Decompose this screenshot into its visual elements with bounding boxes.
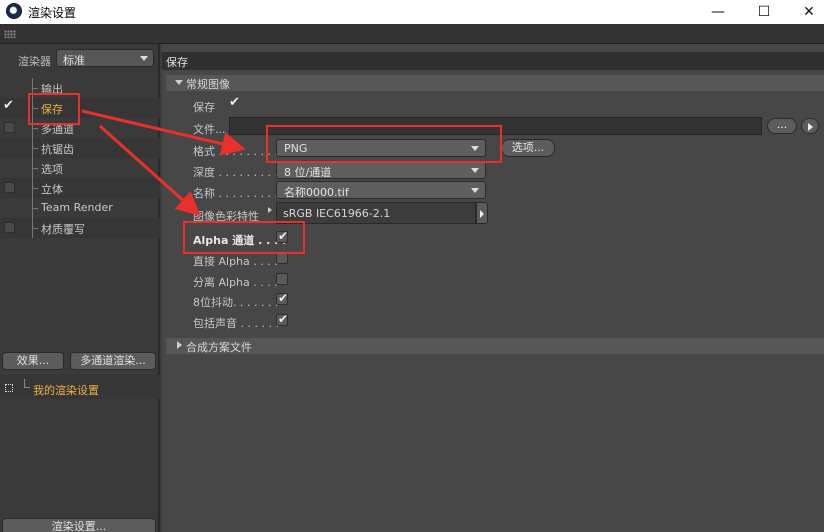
section-title: 保存 <box>162 52 824 70</box>
tree-item-label: Team Render <box>41 201 113 214</box>
tree-item-options[interactable]: 选项 <box>0 158 160 178</box>
name-value: 名称0000.tif <box>284 186 349 199</box>
check-icon: ✔ <box>278 312 289 326</box>
format-value: PNG <box>284 142 308 155</box>
straight-alpha-label: 直接 Alpha . . . . <box>193 255 278 268</box>
alpha-channel-checkbox[interactable]: ✔ <box>276 229 289 243</box>
title-bar: 渲染设置 — ☐ ✕ <box>0 0 824 24</box>
renderer-label: 渲染器 <box>18 55 51 68</box>
format-label: 格式 . . . . . . . . . <box>193 145 278 158</box>
file-path-input[interactable] <box>229 117 762 135</box>
arrow-right-icon <box>808 123 813 131</box>
effects-button[interactable]: 效果... <box>2 352 64 370</box>
tree-checkbox[interactable] <box>4 182 15 193</box>
renderer-value: 标准 <box>63 54 85 67</box>
chevron-down-icon <box>471 188 479 193</box>
left-panel: 渲染器 标准 输出 ✔ 保存 多通道 抗锯齿 选项 立体 Team Render… <box>0 44 160 532</box>
check-icon: ✔ <box>278 229 289 243</box>
render-settings-list-item[interactable]: 我的渲染设置 <box>0 375 160 399</box>
settings-item-icon <box>5 384 13 392</box>
straight-alpha-checkbox[interactable] <box>276 252 288 264</box>
depth-label: 深度 . . . . . . . . . <box>193 166 278 179</box>
depth-dropdown[interactable]: 8 位/通道 <box>276 161 486 179</box>
chevron-down-icon <box>471 146 479 151</box>
check-icon: ✔ <box>229 95 240 110</box>
tree-item-multipass[interactable]: 多通道 <box>0 118 160 138</box>
close-button[interactable]: ✕ <box>786 0 824 24</box>
format-options-button[interactable]: 选项... <box>501 139 555 157</box>
name-label: 名称 . . . . . . . . . <box>193 187 278 200</box>
tree-item-label: 选项 <box>41 163 63 176</box>
maximize-button[interactable]: ☐ <box>741 0 787 24</box>
tree-item-stereo[interactable]: 立体 <box>0 178 160 198</box>
minimize-button[interactable]: — <box>695 0 741 24</box>
panel-grip-strip[interactable] <box>0 24 824 44</box>
save-checkbox[interactable]: ✔ <box>228 95 240 110</box>
save-label: 保存 <box>193 101 215 114</box>
tree-item-label: 抗锯齿 <box>41 143 74 156</box>
alpha-channel-label: Alpha 通道 . . . . <box>193 234 287 247</box>
color-profile-menu-button[interactable] <box>476 202 488 224</box>
tree-item-label: 保存 <box>41 103 63 116</box>
check-icon[interactable]: ✔ <box>3 98 14 113</box>
include-sound-label: 包括声音 . . . . . . <box>193 317 279 330</box>
dither-checkbox[interactable]: ✔ <box>276 291 289 305</box>
separate-alpha-checkbox[interactable] <box>276 273 288 285</box>
browse-file-button[interactable]: ... <box>767 118 797 134</box>
tree-item-team-render[interactable]: Team Render <box>0 198 160 218</box>
cinema4d-app-icon <box>6 3 22 19</box>
tree-checkbox[interactable] <box>4 222 15 233</box>
separate-alpha-label: 分离 Alpha . . . . <box>193 276 278 289</box>
expand-arrow-icon[interactable] <box>268 207 272 213</box>
name-dropdown[interactable]: 名称0000.tif <box>276 181 486 199</box>
arrow-right-icon <box>480 210 484 218</box>
expand-triangle-icon <box>175 80 183 85</box>
window-title: 渲染设置 <box>28 6 77 20</box>
multipass-render-button[interactable]: 多通道渲染... <box>70 352 156 370</box>
color-profile-field[interactable]: sRGB IEC61966-2.1 <box>276 202 476 224</box>
tree-item-label: 输出 <box>41 83 63 96</box>
dither-label: 8位抖动. . . . . . . <box>193 296 279 309</box>
grip-dots-icon <box>4 30 16 38</box>
color-profile-label: 图像色彩特性 <box>193 210 259 223</box>
tree-item-antialiasing[interactable]: 抗锯齿 <box>0 138 160 158</box>
chevron-down-icon <box>471 168 479 173</box>
tree-item-material-override[interactable]: 材质覆写 <box>0 218 160 238</box>
render-settings-button[interactable]: 渲染设置... <box>2 518 156 532</box>
settings-tree: 输出 ✔ 保存 多通道 抗锯齿 选项 立体 Team Render 材质覆写 <box>0 78 160 238</box>
right-panel: 保存 常规图像 保存 ✔ 文件... ... 格式 . . . . . . . … <box>162 44 824 532</box>
chevron-down-icon <box>140 56 148 61</box>
file-menu-arrow-button[interactable] <box>801 118 819 134</box>
settings-item-label: 我的渲染设置 <box>33 384 99 397</box>
tree-item-label: 立体 <box>41 183 63 196</box>
depth-value: 8 位/通道 <box>284 166 332 179</box>
renderer-select[interactable]: 标准 <box>56 49 154 67</box>
format-dropdown[interactable]: PNG <box>276 139 486 157</box>
include-sound-checkbox[interactable]: ✔ <box>276 312 289 326</box>
tree-item-label: 多通道 <box>41 123 74 136</box>
check-icon: ✔ <box>278 291 289 305</box>
compositing-project-group-header[interactable]: 合成方案文件 <box>166 338 824 354</box>
tree-item-save[interactable]: ✔ 保存 <box>0 98 160 118</box>
collapse-triangle-icon <box>177 341 182 349</box>
tree-item-label: 材质覆写 <box>41 223 85 236</box>
tree-item-output[interactable]: 输出 <box>0 78 160 98</box>
file-label: 文件... <box>193 123 226 136</box>
general-image-group-header[interactable]: 常规图像 <box>166 75 824 91</box>
tree-checkbox[interactable] <box>4 122 15 133</box>
